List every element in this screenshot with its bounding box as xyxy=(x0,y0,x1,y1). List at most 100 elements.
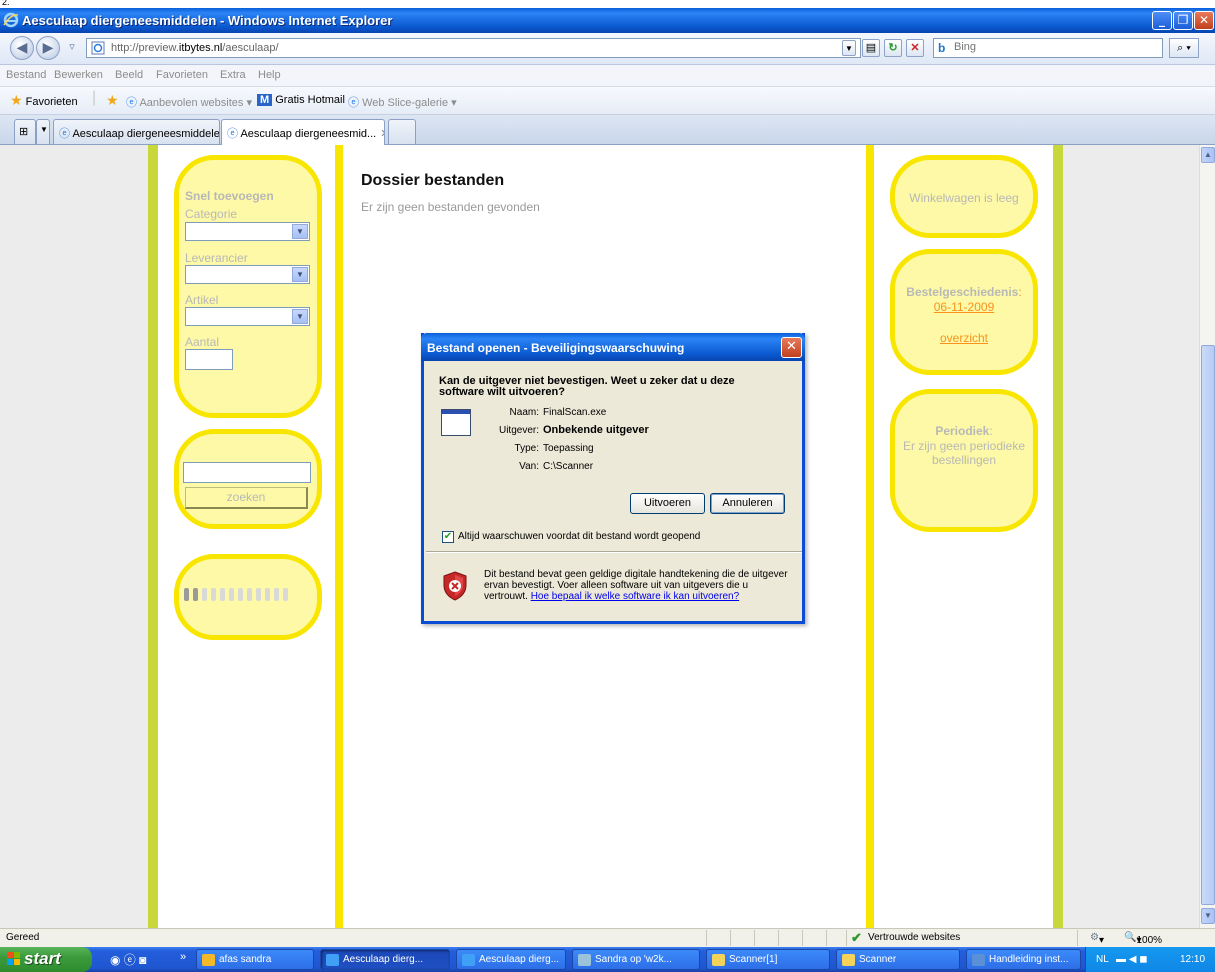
menu-bestand[interactable]: Bestand xyxy=(6,69,46,81)
tab-list-dropdown[interactable]: ▼ xyxy=(36,119,50,144)
category-label: Categorie xyxy=(185,207,238,221)
start-button[interactable]: start xyxy=(0,947,92,972)
chevron-down-icon: ▼ xyxy=(292,224,308,239)
dialog-question: Kan de uitgever niet bevestigen. Weet u … xyxy=(439,375,735,398)
star-icon: ★ xyxy=(10,92,23,108)
scroll-up-icon[interactable]: ▲ xyxy=(1201,147,1215,163)
search-go-button[interactable]: ⌕ ▾ xyxy=(1169,38,1199,58)
close-window-button[interactable]: ✕ xyxy=(1194,11,1214,30)
quick-tabs-button[interactable]: ⊞ xyxy=(14,119,36,144)
always-warn-checkbox[interactable]: ✔ xyxy=(442,531,454,543)
back-button[interactable]: ◀ xyxy=(10,36,34,60)
tab-aesculaap-2[interactable]: ⓔ Aesculaap diergeneesmid...✕ xyxy=(221,119,385,145)
taskbar-item-ie-1[interactable]: Aesculaap dierg... xyxy=(320,949,450,970)
refresh-icon[interactable]: ↻ xyxy=(884,39,902,57)
loader-segment xyxy=(229,588,234,601)
menu-favorieten[interactable]: Favorieten xyxy=(156,69,208,81)
hotmail-icon: M xyxy=(257,94,273,106)
minimize-button[interactable]: _ xyxy=(1152,11,1172,30)
word-doc-icon xyxy=(972,954,985,966)
system-tray: NL ▬ ◀ ◼ 12:10 xyxy=(1085,947,1215,972)
tab-bar: ⊞ ▼ ⓔ Aesculaap diergeneesmiddelen ⓔ Aes… xyxy=(0,115,1215,145)
field-type-value: Toepassing xyxy=(543,443,594,454)
taskbar-item-ie-2[interactable]: Aesculaap dierg... xyxy=(456,949,566,970)
quick-launch-icons[interactable]: ◉ ⓔ ◙ xyxy=(110,951,146,968)
new-tab-button[interactable] xyxy=(388,119,416,144)
dialog-close-button[interactable]: ✕ xyxy=(781,337,802,358)
shield-warning-icon xyxy=(443,571,467,601)
clock[interactable]: 12:10 xyxy=(1180,954,1205,965)
favorites-button[interactable]: ★ Favorieten xyxy=(10,92,78,109)
scroll-thumb[interactable] xyxy=(1201,345,1215,905)
run-button[interactable]: Uitvoeren xyxy=(630,493,705,514)
hotmail-link[interactable]: M Gratis Hotmail xyxy=(257,94,345,106)
taskbar-item-remote[interactable]: Sandra op 'w2k... xyxy=(572,949,700,970)
recent-pages-icon[interactable]: ▿ xyxy=(63,39,81,57)
ie-icon xyxy=(326,954,339,966)
search-field[interactable]: b xyxy=(933,38,1163,58)
suggested-sites-link[interactable]: ⓔ Aanbevolen websites ▾ xyxy=(126,94,252,110)
taskbar-item-manual[interactable]: Handleiding inst... xyxy=(966,949,1081,970)
search-input[interactable] xyxy=(954,41,1154,53)
page-scrollbar[interactable]: ▲ ▼ xyxy=(1199,145,1215,928)
status-divider xyxy=(846,930,847,946)
help-link[interactable]: Hoe bepaal ik welke software ik kan uitv… xyxy=(531,591,739,602)
forward-button[interactable]: ▶ xyxy=(36,36,60,60)
supplier-select[interactable]: ▼ xyxy=(185,265,310,284)
order-history-title: Bestelgeschiedenis: xyxy=(906,285,1022,299)
loader-segment xyxy=(247,588,252,601)
step-number: 2. xyxy=(2,0,10,7)
maximize-button[interactable]: ❐ xyxy=(1173,11,1193,30)
ie-icon xyxy=(462,954,475,966)
article-select[interactable]: ▼ xyxy=(185,307,310,326)
menu-beeld[interactable]: Beeld xyxy=(115,69,143,81)
product-search-input[interactable] xyxy=(183,462,311,483)
add-favorite-icon[interactable]: ★ xyxy=(106,92,119,109)
bing-logo-icon: b xyxy=(938,41,946,55)
field-type-label: Type: xyxy=(514,443,539,454)
tab-aesculaap-1[interactable]: ⓔ Aesculaap diergeneesmiddelen xyxy=(53,119,220,144)
category-select[interactable]: ▼ xyxy=(185,222,310,241)
chevron-down-icon: ▼ xyxy=(292,309,308,324)
order-history-overview-link[interactable]: overzicht xyxy=(894,331,1034,345)
menu-bewerken[interactable]: Bewerken xyxy=(54,69,103,81)
stop-icon[interactable]: ✕ xyxy=(906,39,924,57)
taskbar-item-scanner-1[interactable]: Scanner[1] xyxy=(706,949,830,970)
main-left-border xyxy=(335,145,343,928)
tray-icons[interactable]: ▬ ◀ ◼ xyxy=(1116,954,1148,965)
address-bar[interactable]: http://preview.itbytes.nl/aesculaap/ xyxy=(86,38,861,58)
protected-mode-icon[interactable]: ⚙ ▾ xyxy=(1090,932,1104,946)
loading-indicator xyxy=(184,588,292,602)
address-dropdown-button[interactable]: ▼ xyxy=(842,40,856,56)
order-history-date-link[interactable]: 06-11-2009 xyxy=(894,300,1034,314)
ie-page-icon: ⓔ xyxy=(227,128,238,140)
taskbar-item-afas[interactable]: afas sandra xyxy=(196,949,314,970)
taskbar-item-scanner-2[interactable]: Scanner xyxy=(836,949,960,970)
amount-input[interactable] xyxy=(185,349,233,370)
menu-extra[interactable]: Extra xyxy=(220,69,246,81)
tab-close-icon[interactable]: ✕ xyxy=(380,128,384,140)
loader-segment xyxy=(220,588,225,601)
cancel-button[interactable]: Annuleren xyxy=(710,493,785,514)
article-label: Artikel xyxy=(185,293,219,307)
security-zone[interactable]: Vertrouwde websites xyxy=(868,932,960,943)
always-warn-label[interactable]: Altijd waarschuwen voordat dit bestand w… xyxy=(458,531,700,542)
loader-segment xyxy=(274,588,279,601)
status-divider xyxy=(754,930,755,946)
search-button[interactable]: zoeken xyxy=(185,487,308,509)
ie-logo-icon xyxy=(3,12,19,28)
zoom-level[interactable]: 🔍 100% ▾ xyxy=(1124,932,1162,946)
toolbar-divider: | xyxy=(92,89,97,106)
menu-help[interactable]: Help xyxy=(258,69,281,81)
dialog-title[interactable]: Bestand openen - Beveiligingswaarschuwin… xyxy=(421,333,805,361)
status-divider xyxy=(730,930,731,946)
scroll-down-icon[interactable]: ▼ xyxy=(1201,908,1215,924)
quick-launch-overflow[interactable]: » xyxy=(180,951,186,963)
web-slice-gallery-link[interactable]: ⓔ Web Slice-galerie ▾ xyxy=(348,94,457,110)
compatibility-view-icon[interactable]: ▤ xyxy=(862,39,880,57)
window-titlebar[interactable]: Aesculaap diergeneesmiddelen - Windows I… xyxy=(0,8,1215,33)
field-name-label: Naam: xyxy=(509,407,539,418)
dialog-separator xyxy=(426,551,802,553)
field-from-label: Van: xyxy=(519,461,539,472)
language-indicator[interactable]: NL xyxy=(1096,954,1109,965)
